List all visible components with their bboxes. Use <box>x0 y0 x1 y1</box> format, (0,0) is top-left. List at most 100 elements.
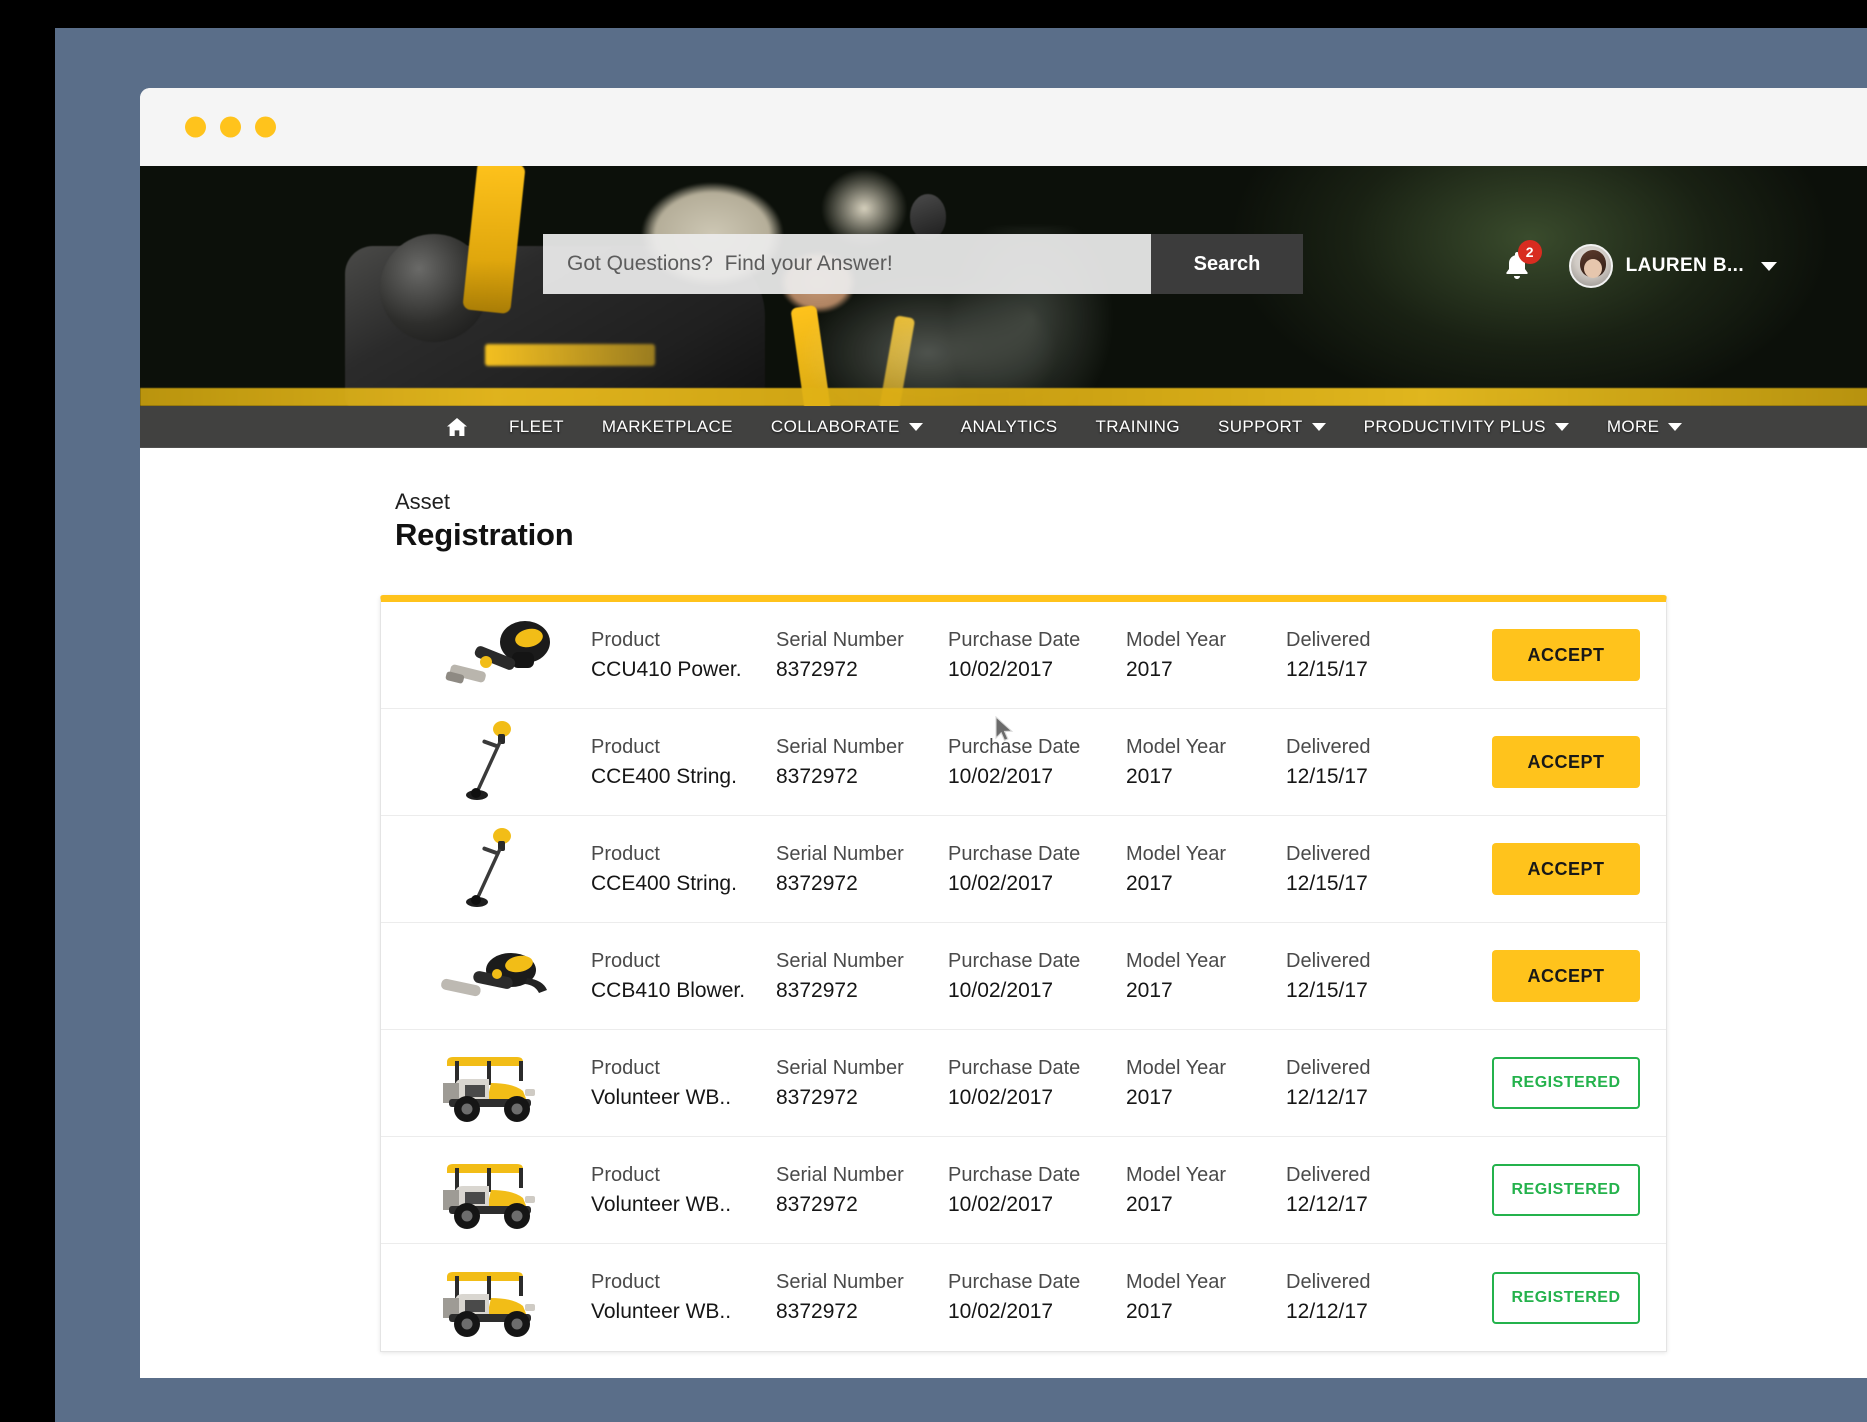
nav-item-training[interactable]: TRAINING <box>1077 406 1199 448</box>
row-fields: Product CCE400 String. Serial Number 837297… <box>565 840 1480 899</box>
field-label: Serial Number <box>776 1271 904 1294</box>
page-title: Registration <box>395 516 574 552</box>
search-input[interactable] <box>543 234 1151 294</box>
utility-vehicle-image <box>443 1057 535 1123</box>
field-delivered: Delivered 12/15/17 <box>1286 626 1461 685</box>
nav-item-marketplace[interactable]: MARKETPLACE <box>583 406 752 448</box>
chevron-down-icon <box>908 422 923 431</box>
field-label: Product <box>591 735 660 758</box>
home-icon <box>447 417 467 436</box>
window-dot-close-icon[interactable] <box>185 116 206 138</box>
notification-count-badge: 2 <box>1517 240 1542 264</box>
chevron-down-icon <box>1668 422 1683 431</box>
field-value: CCE400 String. <box>591 764 737 788</box>
field-label: Model Year <box>1126 1271 1227 1294</box>
nav-item-fleet[interactable]: FLEET <box>490 406 583 448</box>
field-modelyear: Model Year 2017 <box>1126 1054 1286 1113</box>
field-value: 10/02/2017 <box>948 1192 1054 1216</box>
hero-grass-strip <box>140 388 1867 406</box>
registered-badge-button[interactable]: REGISTERED <box>1492 1057 1640 1110</box>
field-value: 12/15/17 <box>1286 978 1368 1002</box>
product-thumbnail <box>415 611 565 699</box>
field-label: Purchase Date <box>948 735 1081 758</box>
field-modelyear: Model Year 2017 <box>1126 626 1286 685</box>
browser-window: Search 2 LAUREN B... <box>140 88 1867 1378</box>
hero-banner: Search 2 LAUREN B... <box>140 166 1867 406</box>
search-bar: Search <box>543 234 1303 294</box>
nav-item-support[interactable]: SUPPORT <box>1199 406 1345 448</box>
accept-button[interactable]: ACCEPT <box>1492 950 1640 1003</box>
field-modelyear: Model Year 2017 <box>1126 1161 1286 1220</box>
field-value: 10/02/2017 <box>948 1300 1054 1324</box>
user-menu[interactable]: LAUREN B... <box>1568 244 1777 288</box>
table-row: Product CCE400 String. Serial Number 837297… <box>381 709 1666 817</box>
field-serial: Serial Number 8372972 <box>776 626 948 685</box>
browser-titlebar <box>140 88 1867 166</box>
field-label: Serial Number <box>776 735 904 758</box>
row-fields: Product Volunteer WB.. Serial Number 837297… <box>565 1268 1480 1327</box>
field-label: Delivered <box>1286 1163 1371 1186</box>
field-label: Serial Number <box>776 949 904 972</box>
field-purchase: Purchase Date 10/02/2017 <box>948 626 1126 685</box>
field-purchase: Purchase Date 10/02/2017 <box>948 1268 1126 1327</box>
field-value: 10/02/2017 <box>948 871 1054 895</box>
nav-item-analytics[interactable]: ANALYTICS <box>942 406 1077 448</box>
row-fields: Product CCB410 Blower. Serial Number 837297… <box>565 947 1480 1006</box>
accept-button[interactable]: ACCEPT <box>1492 736 1640 789</box>
product-thumbnail <box>415 932 565 1020</box>
field-label: Delivered <box>1286 842 1371 865</box>
row-action: ACCEPT <box>1480 950 1640 1003</box>
nav-item-home[interactable] <box>440 406 490 448</box>
accept-button[interactable]: ACCEPT <box>1492 629 1640 682</box>
search-button[interactable]: Search <box>1151 234 1303 294</box>
field-serial: Serial Number 8372972 <box>776 947 948 1006</box>
utility-vehicle-image <box>443 1164 535 1230</box>
nav-label: SUPPORT <box>1217 416 1303 436</box>
field-value: CCE400 String. <box>591 871 737 895</box>
main-navigation: FLEET MARKETPLACE COLLABORATE ANALYTICS … <box>140 406 1867 448</box>
field-value: 8372972 <box>776 764 858 788</box>
row-fields: Product Volunteer WB.. Serial Number 837297… <box>565 1161 1480 1220</box>
nav-item-collaborate[interactable]: COLLABORATE <box>752 406 942 448</box>
window-dot-minimize-icon[interactable] <box>220 116 241 138</box>
field-purchase: Purchase Date 10/02/2017 <box>948 1054 1126 1113</box>
field-purchase: Purchase Date 10/02/2017 <box>948 947 1126 1006</box>
field-label: Serial Number <box>776 628 904 651</box>
field-label: Purchase Date <box>948 1271 1081 1294</box>
table-row: Product Volunteer WB.. Serial Number 837297… <box>381 1030 1666 1138</box>
registered-badge-button[interactable]: REGISTERED <box>1492 1271 1640 1324</box>
field-serial: Serial Number 8372972 <box>776 1161 948 1220</box>
field-delivered: Delivered 12/15/17 <box>1286 840 1461 899</box>
field-value: 8372972 <box>776 657 858 681</box>
product-thumbnail <box>415 1146 565 1234</box>
field-delivered: Delivered 12/12/17 <box>1286 1268 1461 1327</box>
field-label: Model Year <box>1126 628 1227 651</box>
utility-vehicle-image <box>443 1271 535 1337</box>
nav-label: FLEET <box>509 416 564 436</box>
table-row: Product Volunteer WB.. Serial Number 837297… <box>381 1244 1666 1351</box>
user-name-label: LAUREN B... <box>1625 255 1744 276</box>
leaf-blower-image <box>441 953 547 997</box>
table-row: Product CCE400 String. Serial Number 837297… <box>381 816 1666 924</box>
field-value: 2017 <box>1126 871 1173 895</box>
nav-item-more[interactable]: MORE <box>1588 406 1702 448</box>
field-label: Purchase Date <box>948 628 1081 651</box>
field-label: Model Year <box>1126 842 1227 865</box>
nav-item-productivity-plus[interactable]: PRODUCTIVITY PLUS <box>1345 406 1588 448</box>
product-thumbnail <box>415 825 565 913</box>
field-value: 12/15/17 <box>1286 871 1368 895</box>
accept-button[interactable]: ACCEPT <box>1492 843 1640 896</box>
field-label: Model Year <box>1126 1056 1227 1079</box>
field-value: 2017 <box>1126 1192 1173 1216</box>
field-value: CCB410 Blower. <box>591 978 746 1002</box>
table-row: Product Volunteer WB.. Serial Number 837297… <box>381 1137 1666 1245</box>
registered-badge-button[interactable]: REGISTERED <box>1492 1164 1640 1217</box>
row-fields: Product Volunteer WB.. Serial Number 837297… <box>565 1054 1480 1113</box>
bell-icon[interactable]: 2 <box>1501 240 1542 283</box>
field-label: Purchase Date <box>948 949 1081 972</box>
row-action: REGISTERED <box>1480 1271 1640 1324</box>
window-dot-maximize-icon[interactable] <box>255 116 276 138</box>
product-thumbnail <box>415 1039 565 1127</box>
field-value: 2017 <box>1126 1085 1173 1109</box>
product-thumbnail <box>415 1254 565 1342</box>
